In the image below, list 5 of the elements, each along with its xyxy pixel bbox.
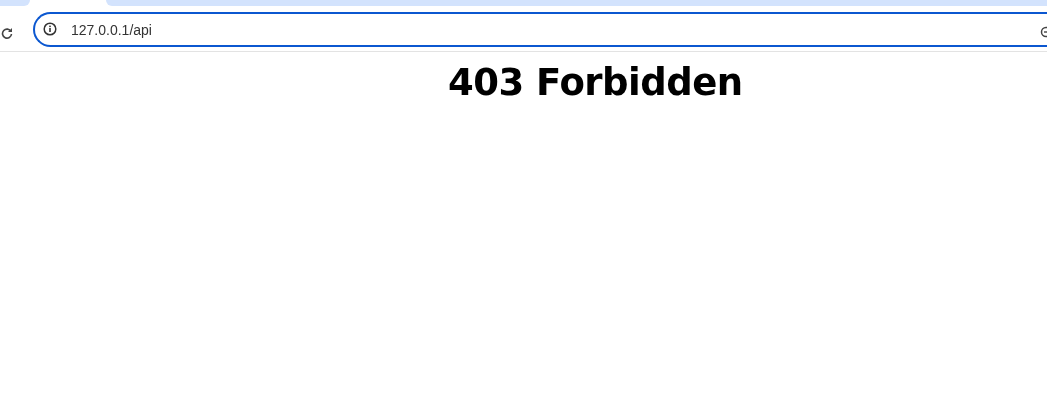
zoom-icon[interactable]	[1040, 26, 1047, 38]
page-heading: 403 Forbidden	[448, 60, 743, 106]
info-icon[interactable]	[43, 22, 57, 36]
address-bar[interactable]: 127.0.0.1/api	[33, 12, 1047, 47]
reload-icon[interactable]	[1, 27, 13, 39]
